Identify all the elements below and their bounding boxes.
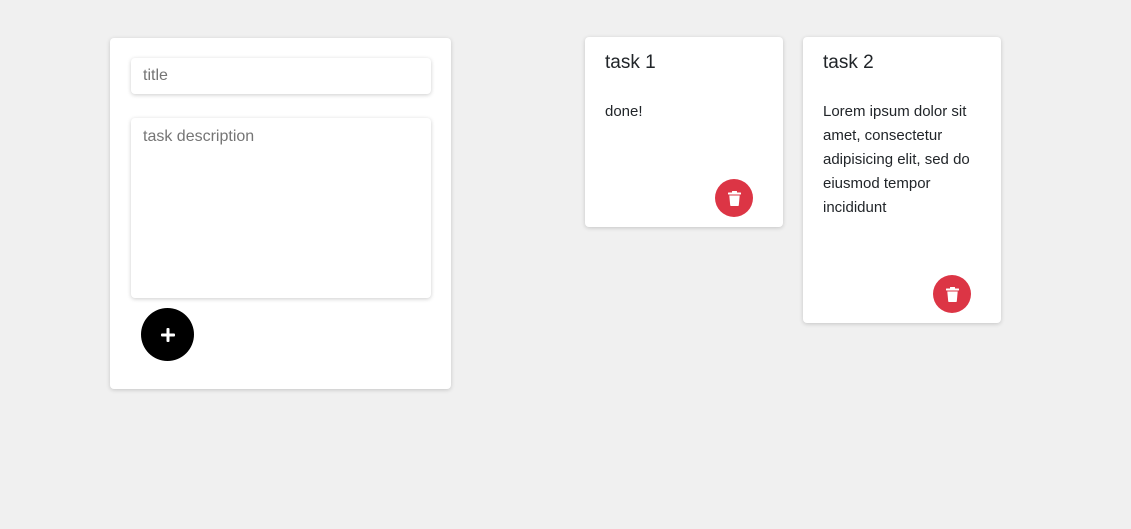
add-note-button[interactable]: [141, 308, 194, 361]
note-title: task 2: [823, 52, 874, 73]
trash-icon: [727, 190, 741, 206]
note-title: task 1: [605, 52, 656, 73]
delete-note-button[interactable]: [933, 275, 971, 313]
note-card: task 1 done!: [585, 37, 783, 227]
note-content: Lorem ipsum dolor sit amet, consectetur …: [823, 103, 970, 216]
note-content: done!: [605, 103, 643, 120]
plus-icon: [160, 327, 175, 342]
title-input[interactable]: [131, 58, 431, 94]
trash-icon: [945, 286, 959, 302]
delete-note-button[interactable]: [715, 179, 753, 217]
note-card: task 2 Lorem ipsum dolor sit amet, conse…: [803, 37, 1001, 323]
description-input[interactable]: [131, 118, 431, 298]
create-note-form: [110, 38, 451, 389]
